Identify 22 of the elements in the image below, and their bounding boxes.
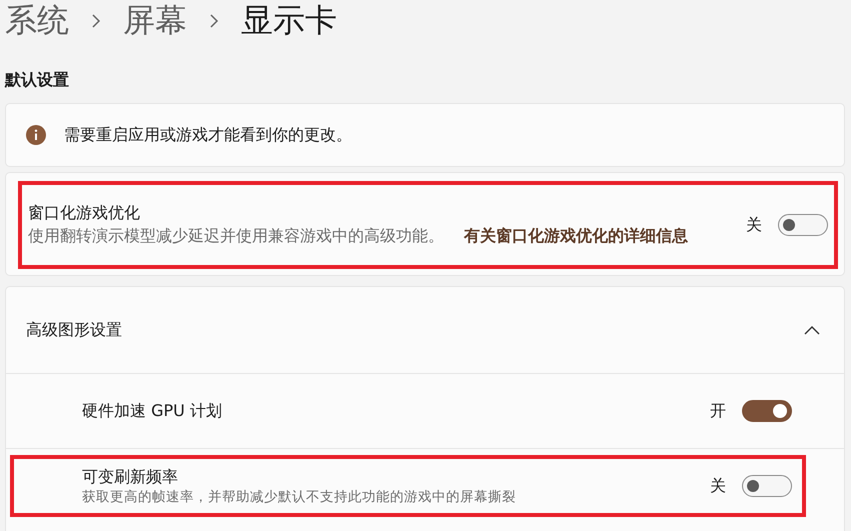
toggle-state-label: 开 <box>710 400 726 422</box>
toggle-state-label: 关 <box>710 476 726 496</box>
breadcrumb-item[interactable]: 系统 <box>5 0 69 43</box>
toggle-switch[interactable] <box>742 400 792 422</box>
setting-title: 窗口化游戏优化 <box>28 203 141 224</box>
chevron-up-icon[interactable] <box>804 325 820 335</box>
group-title: 高级图形设置 <box>26 320 122 340</box>
setting-description: 使用翻转演示模型减少延迟并使用兼容游戏中的高级功能。 有关窗口化游戏优化的详细信息 <box>28 225 689 247</box>
setting-description: 获取更高的帧速率，并帮助减少默认不支持此功能的游戏中的屏幕撕裂 <box>82 488 517 506</box>
setting-title: 硬件加速 GPU 计划 <box>82 400 223 422</box>
toggle-state-label: 关 <box>746 214 762 236</box>
chevron-right-icon <box>91 13 101 29</box>
breadcrumb-item[interactable]: 屏幕 <box>123 0 187 43</box>
chevron-right-icon <box>209 13 219 29</box>
notice-text: 需要重启应用或游戏才能看到你的更改。 <box>64 124 352 146</box>
breadcrumb-item: 显示卡 <box>241 0 337 41</box>
setting-title: 可变刷新频率 <box>82 466 179 488</box>
toggle-switch[interactable] <box>778 214 828 236</box>
section-title: 默认设置 <box>5 70 70 91</box>
info-icon <box>26 125 46 145</box>
details-link[interactable]: 有关窗口化游戏优化的详细信息 <box>464 226 688 245</box>
toggle-switch[interactable] <box>742 475 792 497</box>
